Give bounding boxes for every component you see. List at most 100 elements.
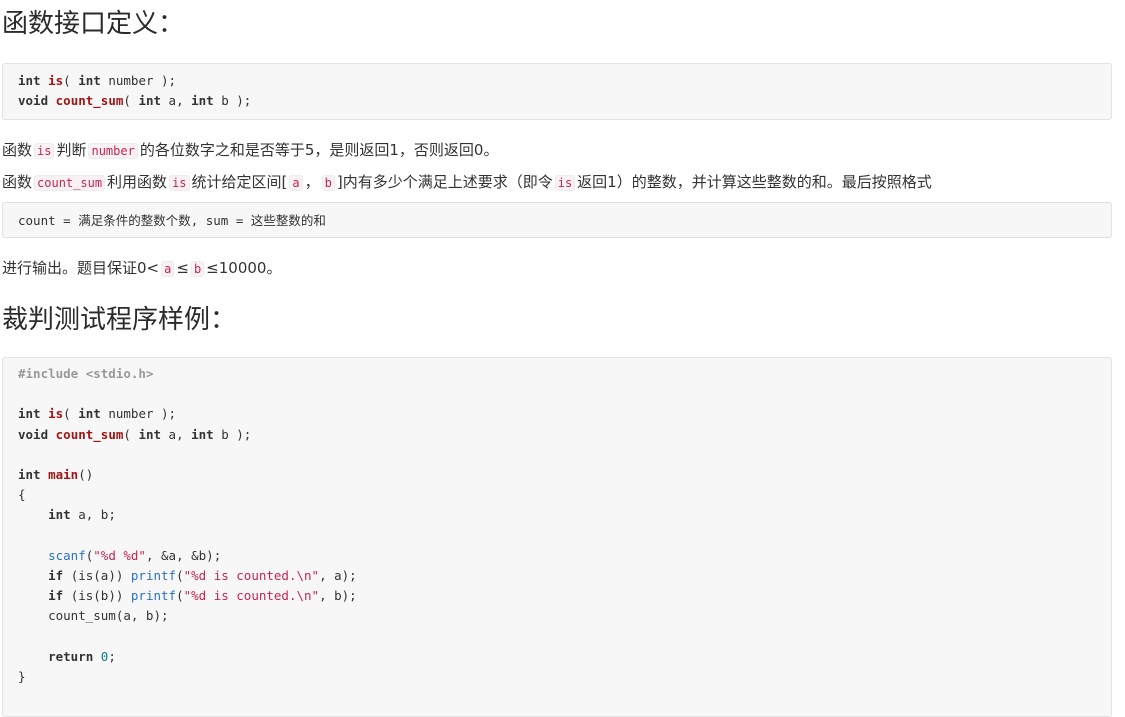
code-string: "%d %d"	[93, 547, 146, 563]
inline-code: is	[34, 143, 55, 159]
code-line: if (is(a)) printf("%d is counted.\n", a)…	[18, 566, 1096, 586]
code-keyword: int	[191, 93, 214, 109]
code-text: , &a, &b);	[145, 547, 222, 563]
code-builtin-call: printf	[130, 567, 177, 583]
code-keyword: int	[18, 466, 41, 482]
inline-code: count_sum	[34, 175, 106, 191]
code-keyword: int	[191, 426, 214, 442]
code-text: (	[176, 588, 184, 604]
code-builtin-call: scanf	[48, 547, 86, 563]
inline-code: b	[321, 175, 335, 191]
code-text: a, b;	[70, 507, 116, 523]
code-function-name: count_sum	[55, 93, 124, 109]
description-count-sum: 函数 count_sum 利用函数 is 统计给定区间[a， b]内有多少个满足上述要求（…	[2, 171, 932, 194]
code-line: {	[18, 487, 26, 503]
code-line: int is( int number );	[18, 404, 1096, 424]
text: 的各位数字之和是否等于5，是则返回1，否则返回0。	[139, 141, 499, 159]
text: 函数	[2, 173, 33, 191]
text: ≤10000。	[206, 259, 282, 277]
description-constraints: 进行输出。题目保证0< a ≤ b ≤10000。	[2, 257, 281, 280]
code-keyword: int	[138, 93, 162, 109]
code-function-name: main	[48, 466, 79, 482]
interface-code-block: int is( int number ); void count_sum( int…	[2, 63, 1112, 120]
text: ，	[304, 173, 320, 191]
text: 利用函数	[107, 173, 168, 191]
code-line: int main()	[18, 465, 1096, 485]
code-keyword: int	[78, 73, 101, 88]
code-text: (	[176, 567, 184, 583]
code-keyword: int	[18, 73, 41, 88]
code-line: count = 满足条件的整数个数, sum = 这些整数的和	[18, 213, 326, 228]
code-keyword: void	[18, 93, 49, 109]
code-function-name: is	[48, 406, 64, 422]
inline-code: a	[161, 261, 175, 277]
code-line: scanf("%d %d", &a, &b);	[18, 546, 1096, 566]
code-text: ()	[78, 466, 94, 482]
heading-test-program: 裁判测试程序样例：	[2, 305, 237, 335]
test-program-code-block: #include <stdio.h> int is( int number ); v…	[2, 357, 1112, 717]
text: ≤	[176, 259, 189, 277]
code-text: (	[63, 406, 79, 422]
code-line: void count_sum( int a, int b );	[18, 91, 1096, 111]
code-text: , b);	[319, 588, 357, 604]
code-text: a,	[161, 93, 192, 109]
description-is-function: 函数 is 判断 number 的各位数字之和是否等于5，是则返回1，否则返回0。	[2, 139, 498, 162]
inline-code: is	[554, 175, 576, 191]
code-keyword: if	[48, 567, 64, 583]
heading-interface: 函数接口定义：	[2, 9, 185, 39]
inline-code: b	[190, 261, 205, 277]
code-text: number );	[100, 73, 177, 88]
code-text: (	[123, 93, 139, 109]
code-keyword: void	[18, 426, 49, 442]
code-line: int is( int number );	[18, 71, 1096, 91]
code-text: (is(a))	[63, 567, 131, 583]
code-keyword: int	[48, 507, 71, 523]
text: 返回1）的整数，并计算这些整数的和。最后按照格式	[577, 173, 932, 191]
code-keyword: int	[138, 426, 162, 442]
code-text: b );	[213, 426, 252, 442]
code-line: int a, b;	[18, 505, 1096, 525]
text: 函数	[2, 141, 33, 159]
code-line: count_sum(a, b);	[18, 608, 169, 624]
code-keyword: int	[78, 406, 101, 422]
code-line: return 0;	[18, 647, 1096, 667]
code-string: "%d is counted.\n"	[183, 567, 320, 583]
code-string: "%d is counted.\n"	[183, 588, 320, 604]
text: ]内有多少个满足上述要求（即令	[336, 173, 553, 191]
code-keyword: int	[18, 406, 41, 422]
code-text: (	[123, 426, 139, 442]
code-text: ;	[108, 648, 116, 664]
inline-code: a	[289, 175, 303, 191]
code-function-name: is	[48, 73, 64, 88]
code-text: (is(b))	[63, 588, 131, 604]
code-keyword: if	[48, 588, 64, 604]
code-builtin-call: printf	[130, 588, 177, 604]
code-line: if (is(b)) printf("%d is counted.\n", b)…	[18, 586, 1096, 606]
code-text: b );	[213, 93, 252, 109]
code-line: void count_sum( int a, int b );	[18, 425, 1096, 445]
code-text: number );	[100, 406, 177, 422]
code-function-name: count_sum	[55, 426, 124, 442]
inline-code: number	[88, 143, 138, 159]
code-text: a,	[161, 426, 192, 442]
text: 统计给定区间[	[191, 173, 288, 191]
code-line: #include <stdio.h>	[18, 364, 1096, 384]
code-line: }	[18, 668, 26, 684]
output-format-block: count = 满足条件的整数个数, sum = 这些整数的和	[2, 202, 1112, 238]
inline-code: is	[169, 175, 190, 191]
code-text: , a);	[319, 567, 357, 583]
code-preprocessor: #include <stdio.h>	[18, 366, 154, 381]
code-text: (	[63, 73, 79, 88]
text: 进行输出。题目保证0<	[2, 259, 160, 277]
text: 判断	[56, 141, 87, 159]
